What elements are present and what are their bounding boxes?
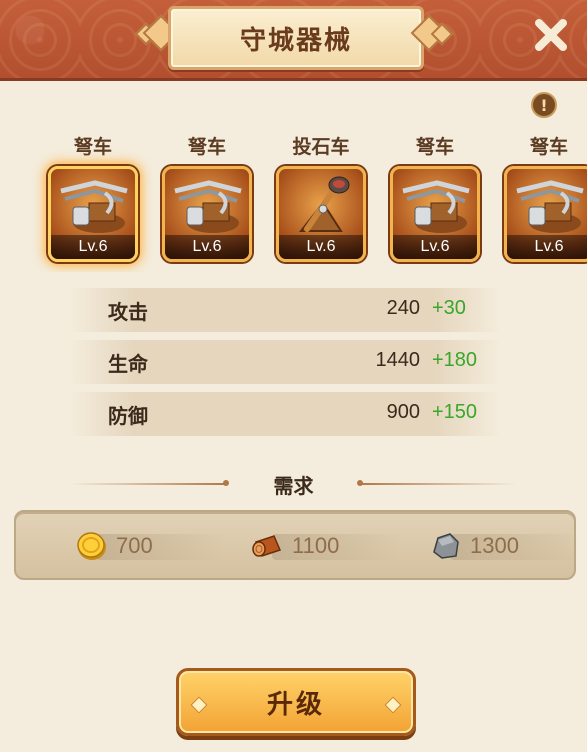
requirement-stone: 1300 (428, 528, 580, 564)
weapon-level: Lv.6 (279, 235, 363, 259)
stat-label: 防御 (108, 404, 148, 428)
weapon-level: Lv.6 (165, 235, 249, 259)
title-plate: 守城器械 (168, 6, 424, 70)
weapon-card-frame: Lv.6 (48, 166, 138, 262)
requirement-amount: 700 (116, 533, 153, 558)
weapon-name: 投石车 (292, 136, 350, 158)
upgrade-button[interactable]: 升级 (176, 668, 416, 736)
weapon-name: 弩车 (73, 136, 112, 158)
info-icon[interactable]: ! (531, 92, 557, 118)
weapon-level: Lv.6 (507, 235, 587, 259)
requirement-gold: 700 (74, 528, 226, 564)
stat-row-attack: 攻击 240 +30 (70, 288, 500, 332)
stat-bonus: +180 (432, 349, 478, 371)
weapon-card-1[interactable]: 弩车 Lv.6 (43, 132, 143, 272)
stat-bonus: +30 (432, 297, 466, 319)
stat-bonus: +150 (432, 401, 478, 423)
weapon-card-5[interactable]: 弩车 Lv.6 (499, 132, 587, 272)
requirement-wood: 1100 (250, 528, 402, 564)
crossbow-icon (402, 180, 470, 233)
weapon-card-frame: Lv.6 (276, 166, 366, 262)
stat-label: 生命 (108, 352, 148, 376)
crossbow-icon (60, 180, 128, 233)
crossbow-icon (174, 180, 242, 233)
weapon-list: 弩车 Lv.6 弩车 Lv.6 投石车 Lv.6 弩车 Lv.6 弩车 Lv.6 (0, 132, 587, 272)
weapon-card-2[interactable]: 弩车 Lv.6 (157, 132, 257, 272)
stat-value: 900 (386, 401, 420, 423)
weapon-card-frame: Lv.6 (390, 166, 480, 262)
close-icon (535, 19, 567, 51)
close-button[interactable] (528, 12, 574, 58)
stat-row-defense: 防御 900 +150 (70, 392, 500, 436)
requirement-amount: 1100 (292, 533, 340, 558)
weapon-card-4[interactable]: 弩车 Lv.6 (385, 132, 485, 272)
weapon-card-frame: Lv.6 (162, 166, 252, 262)
weapon-level: Lv.6 (393, 235, 477, 259)
crossbow-icon (516, 180, 584, 233)
weapon-card-3[interactable]: 投石车 Lv.6 (271, 132, 371, 272)
upgrade-button-label: 升级 (266, 689, 325, 720)
divider-right (357, 480, 516, 486)
stone-icon (433, 533, 459, 559)
stat-value: 1440 (375, 349, 421, 371)
weapon-name: 弩车 (415, 136, 454, 158)
button-ornament-left (190, 696, 208, 714)
catapult-icon (298, 176, 350, 232)
weapon-level: Lv.6 (51, 235, 135, 259)
weapon-name: 弩车 (187, 136, 226, 158)
wood-log-icon (252, 535, 282, 557)
stat-row-hp: 生命 1440 +180 (70, 340, 500, 384)
page-title: 守城器械 (239, 25, 352, 56)
button-ornament-right (384, 696, 402, 714)
requirements-panel: 700 1100 1300 (14, 510, 580, 580)
stat-label: 攻击 (108, 300, 148, 324)
weapon-card-frame: Lv.6 (504, 166, 587, 262)
weapon-name: 弩车 (529, 136, 568, 158)
gold-coin-icon (77, 532, 106, 560)
requirement-amount: 1300 (470, 533, 519, 558)
stat-value: 240 (386, 297, 420, 319)
